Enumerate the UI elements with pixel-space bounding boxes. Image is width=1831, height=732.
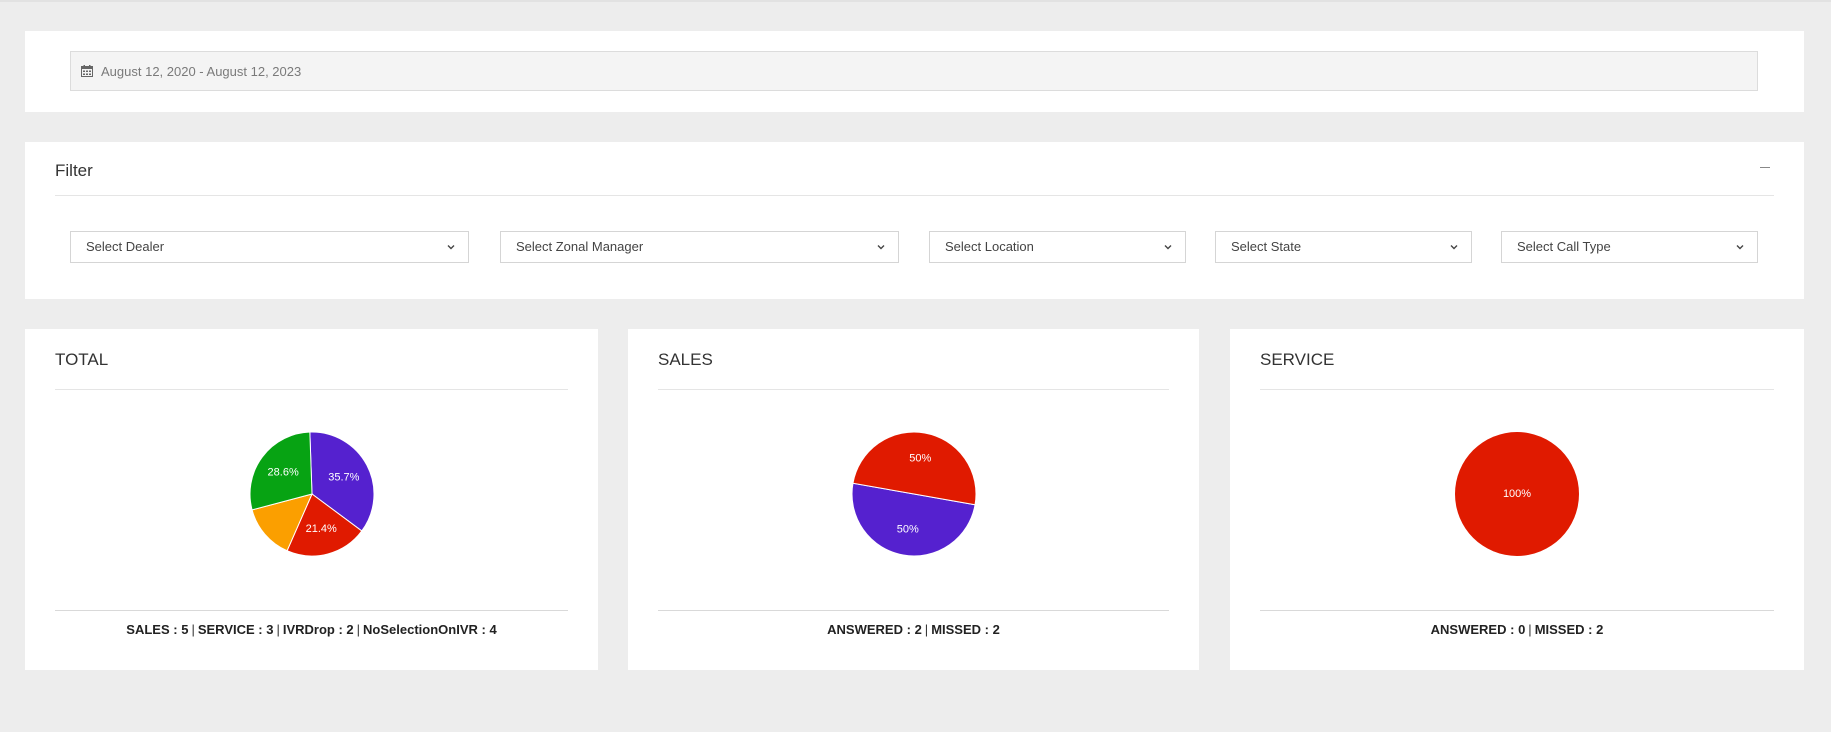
service-title: SERVICE xyxy=(1260,350,1335,369)
select-dealer[interactable]: Select Dealer xyxy=(70,231,469,263)
service-pie-chart: 100% xyxy=(1230,424,1804,564)
chevron-down-icon xyxy=(877,245,885,250)
sales-title: SALES xyxy=(658,350,713,369)
panel-divider xyxy=(658,610,1169,611)
summary-answered: ANSWERED : 2 xyxy=(827,622,922,637)
filter-panel: Filter Select Dealer Select Zonal Manage… xyxy=(25,142,1804,299)
summary-ivrdrop: IVRDrop : 2 xyxy=(282,622,354,637)
pie-label-answered: 50% xyxy=(896,523,918,535)
panel-divider xyxy=(55,389,568,390)
summary-separator: | xyxy=(356,622,361,637)
panel-divider xyxy=(1260,389,1774,390)
summary-noselection: NoSelectionOnIVR : 4 xyxy=(363,622,497,637)
summary-separator: | xyxy=(924,622,929,637)
sales-panel: SALES 50% 50% ANSWERED : 2 | MISSED : 2 xyxy=(628,329,1199,670)
service-panel: SERVICE 100% ANSWERED : 0 | MISSED : 2 xyxy=(1230,329,1804,670)
summary-sales: SALES : 5 xyxy=(126,622,189,637)
total-pie-chart: 35.7% 21.4% 28.6% xyxy=(25,424,598,564)
select-location-label: Select Location xyxy=(945,239,1034,254)
select-state-label: Select State xyxy=(1231,239,1302,254)
panel-divider xyxy=(55,610,568,611)
chevron-down-icon xyxy=(1450,245,1458,250)
select-location[interactable]: Select Location xyxy=(929,231,1186,263)
pie-label-service: 21.4% xyxy=(305,523,336,535)
date-range-panel: August 12, 2020 - August 12, 2023 xyxy=(25,31,1804,112)
pie-label-missed: 100% xyxy=(1503,488,1531,500)
pie-label-noselectiononivr: 28.6% xyxy=(267,467,298,479)
total-pie-svg: 35.7% 21.4% 28.6% xyxy=(249,431,374,557)
panel-divider xyxy=(1260,610,1774,611)
filter-title: Filter xyxy=(55,161,93,180)
summary-missed: MISSED : 2 xyxy=(931,622,1000,637)
select-state[interactable]: Select State xyxy=(1215,231,1472,263)
chevron-down-icon xyxy=(1164,245,1172,250)
summary-separator: | xyxy=(276,622,280,637)
summary-service: SERVICE : 3 xyxy=(197,622,274,637)
chevron-down-icon xyxy=(447,245,455,250)
pie-label-sales: 35.7% xyxy=(328,471,359,483)
filter-divider xyxy=(55,195,1774,196)
select-call-type[interactable]: Select Call Type xyxy=(1501,231,1758,263)
minus-icon[interactable] xyxy=(1756,158,1774,176)
select-zonal-manager-label: Select Zonal Manager xyxy=(516,239,644,254)
summary-separator: | xyxy=(1528,622,1532,637)
service-summary: ANSWERED : 0 | MISSED : 2 xyxy=(1230,622,1804,637)
select-dealer-label: Select Dealer xyxy=(86,239,165,254)
sales-pie-chart: 50% 50% xyxy=(628,424,1199,564)
select-call-type-label: Select Call Type xyxy=(1517,239,1611,254)
sales-summary: ANSWERED : 2 | MISSED : 2 xyxy=(628,622,1199,637)
sales-pie-svg: 50% 50% xyxy=(851,431,976,557)
date-range-picker[interactable]: August 12, 2020 - August 12, 2023 xyxy=(70,51,1758,91)
summary-missed: MISSED : 2 xyxy=(1534,622,1604,637)
total-panel: TOTAL 35.7% 21.4% 28.6% SALES : 5 | SERVICE … xyxy=(25,329,598,670)
summary-answered: ANSWERED : 0 xyxy=(1430,622,1526,637)
chevron-down-icon xyxy=(1736,245,1744,250)
total-title: TOTAL xyxy=(55,350,109,369)
service-pie-svg: 100% xyxy=(1455,432,1579,556)
top-border xyxy=(0,0,1831,2)
summary-separator: | xyxy=(191,622,195,637)
select-zonal-manager[interactable]: Select Zonal Manager xyxy=(500,231,899,263)
total-summary: SALES : 5 | SERVICE : 3 | IVRDrop : 2 | NoSele… xyxy=(25,622,598,637)
panel-divider xyxy=(658,389,1169,390)
pie-label-missed: 50% xyxy=(909,453,931,465)
calendar-icon xyxy=(81,65,93,77)
date-range-text: August 12, 2020 - August 12, 2023 xyxy=(101,63,302,79)
